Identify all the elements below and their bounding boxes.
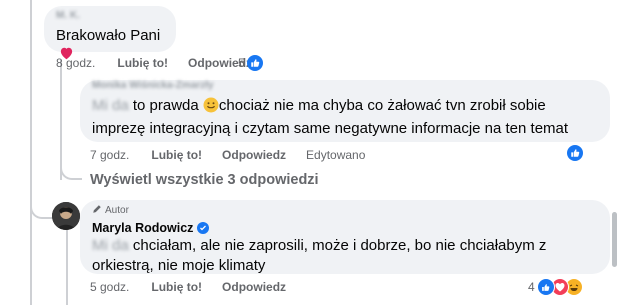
reply-time[interactable]: 5 godz. (90, 280, 129, 294)
reaction-summary[interactable]: 4 (528, 278, 583, 296)
like-reaction-icon[interactable] (567, 145, 583, 161)
reaction-count: 4 (528, 280, 535, 294)
like-button[interactable]: Lubię to! (117, 56, 168, 70)
reaction-summary[interactable]: 5 (238, 55, 263, 71)
comment-time[interactable]: 8 godz. (56, 56, 95, 70)
scrollbar-thumb[interactable] (612, 212, 617, 267)
comment-author[interactable]: M. K. (56, 10, 164, 24)
thread-line-reply2 (66, 230, 68, 305)
reply-mention[interactable]: Mi da (92, 97, 129, 114)
reaction-count: 5 (238, 56, 245, 70)
reply-button[interactable]: Odpowiedz (222, 280, 286, 294)
comment-text-body: Brakowało Pani (56, 27, 161, 44)
view-all-replies-button[interactable]: Wyświetl wszystkie 3 odpowiedzi (90, 172, 319, 188)
smile-emoji-icon (203, 97, 219, 119)
comment-bubble: M. K. Brakowało Pani (44, 6, 176, 60)
reply-meta: 5 godz. Lubię to! Odpowiedz (90, 280, 306, 294)
like-button[interactable]: Lubię to! (151, 280, 202, 294)
reply-author[interactable]: Monika Wiśnicka-Zmarzły (92, 80, 598, 90)
reply-text-body: chciałam, ale nie zaprosili, może i dobr… (92, 237, 547, 274)
thread-curve (60, 150, 82, 180)
thread-curve-2 (30, 195, 52, 219)
avatar[interactable] (52, 202, 80, 230)
like-reaction-icon (246, 55, 263, 71)
reply-text: Mi da chciałam, ale nie zaprosili, może … (92, 236, 582, 276)
reply-button[interactable]: Odpowiedz (222, 148, 286, 162)
author-badge-label: Autor (105, 204, 129, 216)
reply-text-part1: to prawda (132, 97, 199, 114)
like-reaction-icon (536, 278, 555, 296)
reply-meta: 7 godz. Lubię to! Odpowiedz Edytowano (90, 148, 365, 162)
reply-bubble: Monika Wiśnicka-Zmarzły Mi da to prawda … (80, 80, 610, 142)
reply-author-row: Maryla Rodowicz (92, 221, 598, 235)
like-button[interactable]: Lubię to! (151, 148, 202, 162)
reply-time[interactable]: 7 godz. (90, 148, 129, 162)
thread-line (30, 0, 32, 305)
reply-mention[interactable]: Mi da (92, 237, 129, 254)
author-badge: Autor (92, 204, 598, 216)
reply-text: Mi da to prawda chociaż nie ma chyba co … (92, 96, 598, 139)
reply-author[interactable]: Maryla Rodowicz (92, 221, 193, 235)
edited-label: Edytowano (306, 148, 366, 162)
reply-bubble: Autor Maryla Rodowicz Mi da chciałam, al… (80, 200, 610, 274)
verified-badge-icon (197, 222, 210, 234)
view-all-label: Wyświetl wszystkie 3 odpowiedzi (90, 172, 319, 188)
pencil-icon (92, 204, 102, 217)
